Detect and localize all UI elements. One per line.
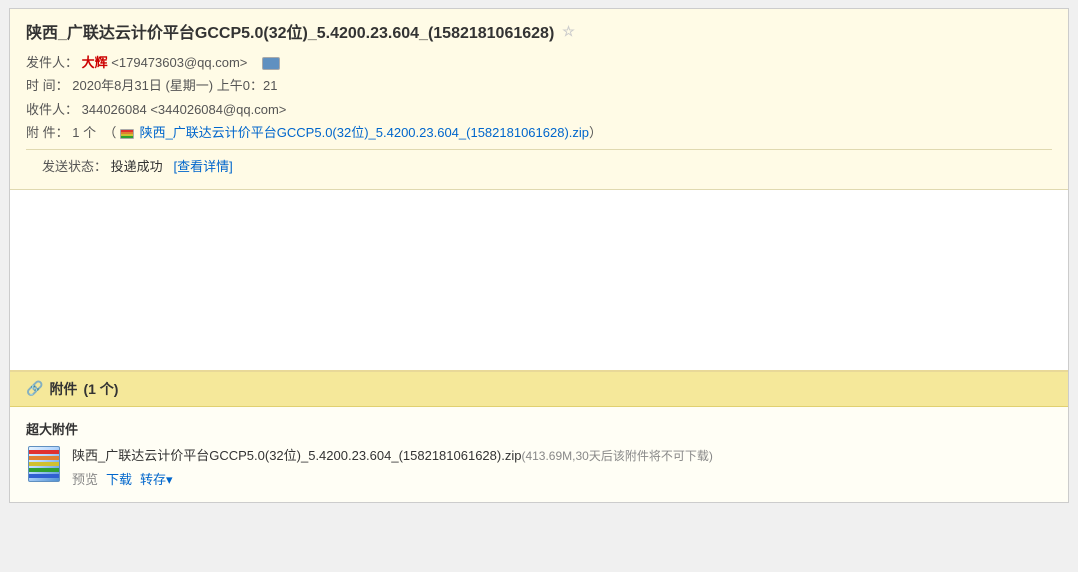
recipient-value: 344026084 <344026084@qq.com> [82,102,287,117]
save-label: 转存 [140,472,166,487]
attachment-section: 🔗 附件 (1 个) 超大附件 陕西_广联达云计价平台 [10,370,1068,503]
zip-stripe-yellow [29,462,59,466]
attachment-item: 陕西_广联达云计价平台GCCP5.0(32位)_5.4200.23.604_(1… [26,446,1052,489]
attachment-section-header: 🔗 附件 (1 个) [10,372,1068,407]
star-icon[interactable]: ☆ [562,23,575,40]
attachment-info: 陕西_广联达云计价平台GCCP5.0(32位)_5.4200.23.604_(1… [72,446,1052,489]
zip-stripe-red [29,450,59,454]
time-row: 时 间： 2020年8月31日 (星期一) 上午0：21 [26,74,1052,97]
paperclip-icon: 🔗 [26,380,43,397]
zip-stripe-green [29,468,59,472]
sender-email: <179473603@qq.com> [111,55,247,70]
status-label: 发送状态： [42,159,107,174]
email-header: 陕西_广联达云计价平台GCCP5.0(32位)_5.4200.23.604_(1… [10,9,1068,190]
attachment-header-label: 附件 [49,379,77,399]
sender-label: 发件人： [26,55,78,70]
attachment-count: 1 个 [72,125,96,140]
flag-stripe-icon [120,129,134,139]
recipient-label: 收件人： [26,102,78,117]
attachment-body: 超大附件 陕西_广联达云计价平台GCCP5.0(32位)_5.4200.23.6… [10,407,1068,503]
attachment-file-meta: (413.69M,30天后该附件将不可下载) [521,449,712,463]
attachment-meta-row: 附 件： 1 个 （ 陕西_广联达云计价平台GCCP5.0(32位)_5.420… [26,121,1052,144]
attachment-inline-link[interactable]: 陕西_广联达云计价平台GCCP5.0(32位)_5.4200.23.604_(1… [140,125,589,140]
zip-stripe-orange [29,456,59,460]
save-arrow-icon: ▾ [166,472,173,487]
download-button[interactable]: 下载 [106,469,132,488]
email-subject: 陕西_广联达云计价平台GCCP5.0(32位)_5.4200.23.604_(1… [26,19,554,43]
attachment-flag-icon [120,129,136,139]
attachment-header-count: (1 个) [83,379,118,399]
email-title: 陕西_广联达云计价平台GCCP5.0(32位)_5.4200.23.604_(1… [26,19,1052,43]
status-value: 投递成功 [111,159,163,174]
zip-icon-inner [28,446,60,482]
attachment-meta-label: 附 件： [26,125,69,140]
attachment-type-label: 超大附件 [26,419,1052,438]
zip-file-icon [26,446,62,482]
attachment-filename-text: 陕西_广联达云计价平台GCCP5.0(32位)_5.4200.23.604_(1… [72,448,521,463]
email-container: 陕西_广联达云计价平台GCCP5.0(32位)_5.4200.23.604_(1… [9,8,1069,503]
zip-stripe-blue [29,474,59,478]
sender-row: 发件人： 大辉 <179473603@qq.com> [26,51,1052,74]
time-label: 时 间： [26,78,69,93]
preview-action: 预览 [72,469,98,488]
recipient-row: 收件人： 344026084 <344026084@qq.com> [26,98,1052,121]
time-value: 2020年8月31日 (星期一) 上午0：21 [72,78,277,93]
status-bar: 发送状态： 投递成功 [查看详情] [26,149,1052,181]
status-detail-link[interactable]: [查看详情] [174,159,233,174]
save-button[interactable]: 转存▾ [140,469,173,488]
attachment-filename: 陕西_广联达云计价平台GCCP5.0(32位)_5.4200.23.604_(1… [72,446,1052,467]
email-body [10,190,1068,370]
sender-card-icon [262,57,280,70]
attachment-actions: 预览 下载 转存▾ [72,469,1052,488]
sender-name: 大辉 [82,55,108,70]
